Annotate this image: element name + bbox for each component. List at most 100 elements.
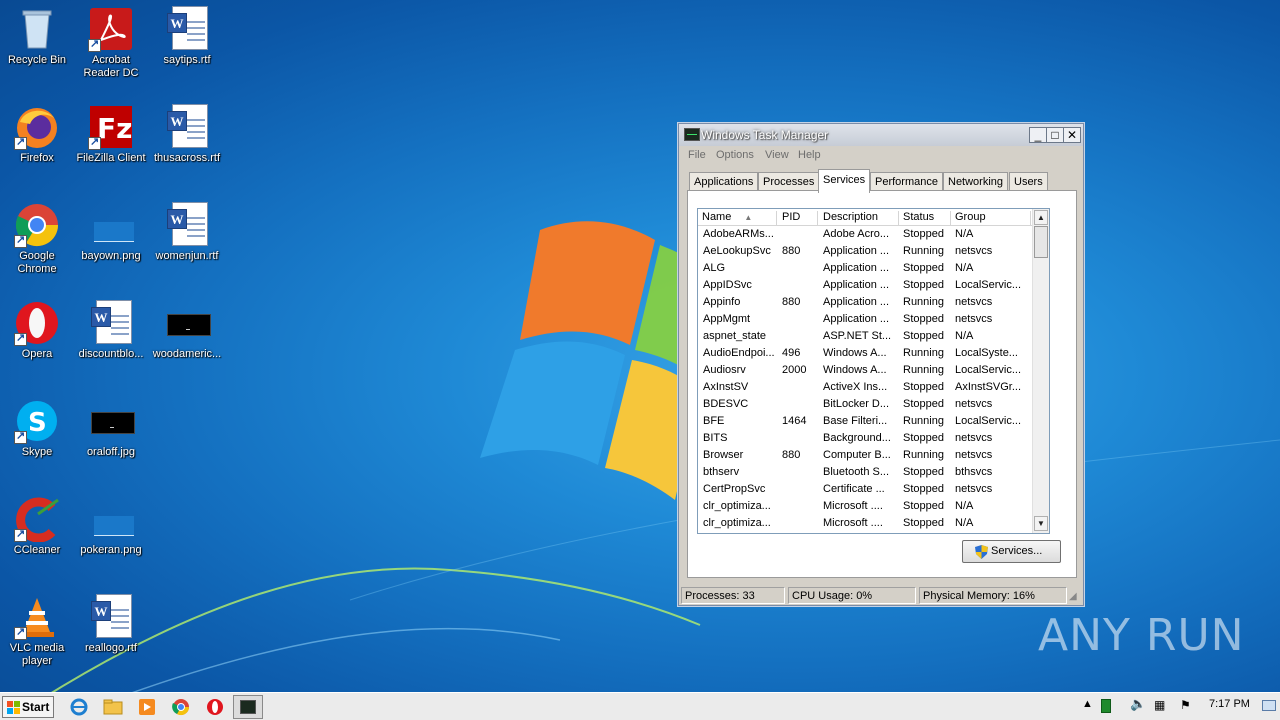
- desktop-icon-reallogo[interactable]: W reallogo.rtf: [74, 588, 148, 655]
- desktop-icon-womenjun[interactable]: W womenjun.rtf: [150, 196, 224, 263]
- service-row[interactable]: Browser 880 Computer B... Running netsvcs: [698, 447, 1032, 464]
- desktop-icon-vlc[interactable]: VLC media player: [0, 588, 74, 668]
- column-header-group[interactable]: Group: [951, 211, 1031, 226]
- cell-description: Windows A...: [823, 364, 887, 376]
- cell-group: LocalServic...: [955, 279, 1022, 291]
- service-row[interactable]: BITS Background... Stopped netsvcs: [698, 430, 1032, 447]
- column-header-status[interactable]: Status: [899, 211, 951, 226]
- cell-name: Appinfo: [703, 296, 741, 308]
- show-hidden-icons-icon[interactable]: ▲: [1082, 698, 1093, 710]
- vertical-scrollbar[interactable]: ▲ ▼: [1032, 209, 1049, 533]
- desktop-icon-discountblo[interactable]: W discountblo...: [74, 294, 148, 361]
- tab-services[interactable]: Services: [818, 169, 871, 193]
- desktop-icon-chrome[interactable]: Google Chrome: [0, 196, 74, 276]
- desktop-icon-bayown[interactable]: bayown.png: [74, 196, 148, 263]
- desktop-icon-skype[interactable]: S Skype: [0, 392, 74, 459]
- desktop-icon-acrobat[interactable]: Acrobat Reader DC: [74, 0, 148, 80]
- services-button[interactable]: Services...: [962, 540, 1061, 563]
- service-row[interactable]: clr_optimiza... Microsoft .... Stopped N/A: [698, 515, 1032, 532]
- network-icon[interactable]: ▦: [1154, 698, 1165, 712]
- service-row[interactable]: AudioEndpoi... 496 Windows A... Running Loca…: [698, 345, 1032, 362]
- media-player-icon[interactable]: [136, 697, 158, 717]
- scroll-thumb[interactable]: [1034, 226, 1048, 258]
- desktop-icon-saytips[interactable]: W saytips.rtf: [150, 0, 224, 67]
- service-row[interactable]: AppIDSvc Application ... Stopped LocalServi…: [698, 277, 1032, 294]
- desktop-icon-firefox[interactable]: Firefox: [0, 98, 74, 165]
- desktop-icon-oraloff[interactable]: oraloff.jpg: [74, 392, 148, 459]
- icon-label: Acrobat Reader DC: [83, 54, 139, 79]
- close-button[interactable]: ✕: [1063, 127, 1081, 143]
- column-header-name[interactable]: Name ▲: [698, 211, 777, 226]
- cell-name: AppMgmt: [703, 313, 751, 325]
- icon-label: FileZilla Client: [76, 152, 146, 164]
- task-manager-window[interactable]: Windows Task Manager _ □ ✕ File Options …: [678, 123, 1084, 606]
- status-bar: Processes: 33 CPU Usage: 0% Physical Mem…: [679, 585, 1083, 605]
- service-row[interactable]: aspnet_state ASP.NET St... Stopped N/A: [698, 328, 1032, 345]
- menu-file[interactable]: File: [688, 149, 706, 161]
- cell-status: Running: [903, 347, 944, 359]
- cell-name: BDESVC: [703, 398, 749, 410]
- clock[interactable]: 7:17 PM: [1209, 698, 1250, 710]
- service-row[interactable]: clr_optimiza... Microsoft .... Stopped N/A: [698, 498, 1032, 515]
- column-header-description[interactable]: Description: [819, 211, 899, 226]
- action-center-flag-icon[interactable]: ⚑: [1180, 698, 1191, 712]
- task-manager-taskbar-button[interactable]: [233, 695, 263, 719]
- start-button[interactable]: Start: [2, 696, 54, 718]
- icon-label: bayown.png: [81, 250, 141, 262]
- tray-app-icon[interactable]: [1101, 699, 1111, 713]
- cell-description: Certificate ...: [823, 483, 885, 495]
- scroll-down-icon[interactable]: ▼: [1034, 516, 1048, 531]
- service-row[interactable]: Audiosrv 2000 Windows A... Running LocalServ…: [698, 362, 1032, 379]
- desktop-icon-woodameric[interactable]: woodameric...: [150, 294, 224, 361]
- services-list[interactable]: Name ▲ PID Description Status Group Adob…: [697, 208, 1050, 534]
- volume-icon[interactable]: 🔈: [1130, 696, 1146, 712]
- maximize-button[interactable]: □: [1046, 127, 1064, 143]
- service-row[interactable]: Appinfo 880 Application ... Running netsvcs: [698, 294, 1032, 311]
- menu-help[interactable]: Help: [798, 149, 821, 161]
- cell-group: N/A: [955, 228, 974, 240]
- desktop-icon-recycle-bin[interactable]: Recycle Bin: [0, 0, 74, 67]
- cell-description: Adobe Acro...: [823, 228, 890, 240]
- menu-view[interactable]: View: [765, 149, 789, 161]
- column-header-pid[interactable]: PID: [778, 211, 818, 226]
- tab-networking[interactable]: Networking: [943, 172, 1009, 192]
- opera-taskbar-icon[interactable]: [204, 697, 226, 717]
- tab-processes[interactable]: Processes: [758, 172, 820, 192]
- title-bar[interactable]: Windows Task Manager _ □ ✕: [679, 124, 1083, 146]
- desktop-icon-opera[interactable]: Opera: [0, 294, 74, 361]
- shortcut-arrow-icon: [14, 331, 27, 346]
- desktop-icon-ccleaner[interactable]: CCleaner: [0, 490, 74, 557]
- resize-grip-icon[interactable]: ◢: [1069, 591, 1077, 602]
- scroll-up-icon[interactable]: ▲: [1034, 210, 1048, 225]
- tab-performance[interactable]: Performance: [870, 172, 943, 192]
- service-row[interactable]: AppMgmt Application ... Stopped netsvcs: [698, 311, 1032, 328]
- service-row[interactable]: ALG Application ... Stopped N/A: [698, 260, 1032, 277]
- tab-applications[interactable]: Applications: [689, 172, 759, 192]
- internet-explorer-icon[interactable]: [68, 697, 90, 717]
- service-row[interactable]: AxInstSV ActiveX Ins... Stopped AxInstSVGr.…: [698, 379, 1032, 396]
- svg-text:Fz: Fz: [97, 112, 132, 145]
- task-manager-icon: [684, 128, 700, 141]
- cell-status: Stopped: [903, 279, 944, 291]
- cell-name: AdobeARMs...: [703, 228, 774, 240]
- service-row[interactable]: AeLookupSvc 880 Application ... Running nets…: [698, 243, 1032, 260]
- word-document-icon: W: [167, 6, 208, 50]
- sort-ascending-icon: ▲: [744, 213, 753, 222]
- file-explorer-icon[interactable]: [102, 697, 124, 717]
- service-row[interactable]: BFE 1464 Base Filteri... Running LocalServic…: [698, 413, 1032, 430]
- minimize-button[interactable]: _: [1029, 127, 1047, 143]
- menu-options[interactable]: Options: [716, 149, 754, 161]
- tab-users[interactable]: Users: [1009, 172, 1048, 192]
- cell-name: ALG: [703, 262, 726, 274]
- service-row[interactable]: bthserv Bluetooth S... Stopped bthsvcs: [698, 464, 1032, 481]
- desktop-icon-pokeran[interactable]: pokeran.png: [74, 490, 148, 557]
- show-desktop-icon[interactable]: [1262, 700, 1276, 711]
- service-row[interactable]: CertPropSvc Certificate ... Stopped netsvcs: [698, 481, 1032, 498]
- service-row[interactable]: AdobeARMs... Adobe Acro... Stopped N/A: [698, 226, 1032, 243]
- image-thumbnail-icon: [94, 516, 134, 536]
- desktop-icon-thusacross[interactable]: W thusacross.rtf: [150, 98, 224, 165]
- service-row[interactable]: BDESVC BitLocker D... Stopped netsvcs: [698, 396, 1032, 413]
- taskbar: Start ▲ 🔈 ▦ ⚑ 7:17 PM: [0, 692, 1280, 720]
- chrome-taskbar-icon[interactable]: [170, 697, 192, 717]
- desktop-icon-filezilla[interactable]: Fz FileZilla Client: [74, 98, 148, 165]
